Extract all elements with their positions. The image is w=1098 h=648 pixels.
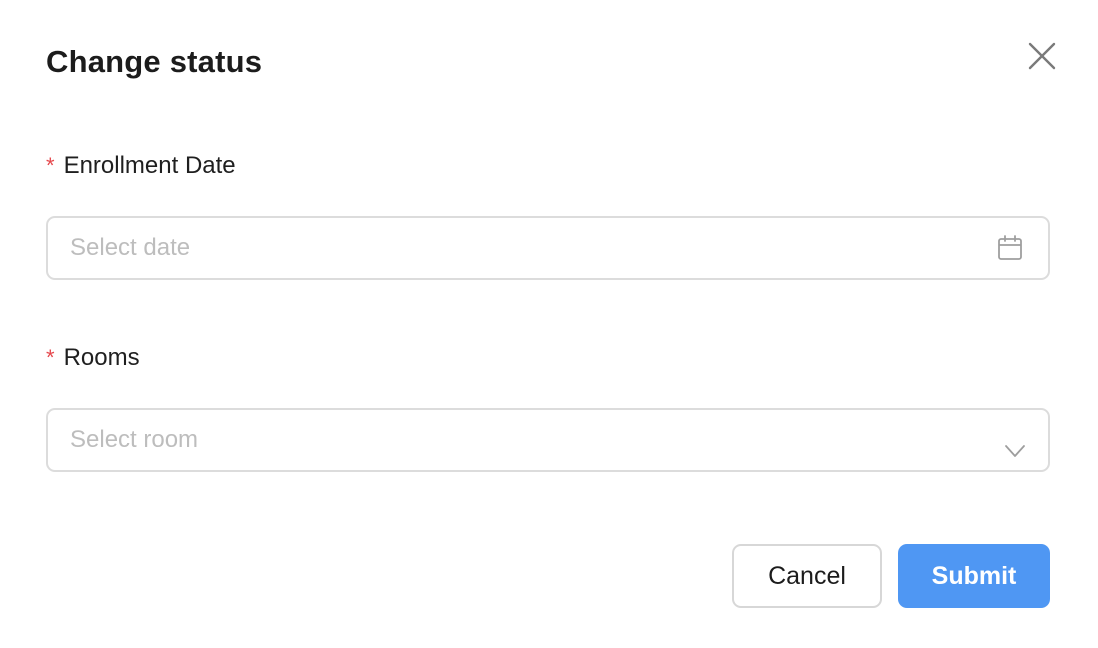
enrollment-date-placeholder: Select date [70, 234, 191, 261]
chevron-down-icon [1005, 445, 1025, 457]
rooms-label: * Rooms [46, 344, 140, 372]
rooms-label-text: Rooms [63, 344, 140, 371]
close-button[interactable] [1026, 40, 1058, 72]
required-asterisk: * [46, 153, 55, 178]
enrollment-date-label-text: Enrollment Date [63, 152, 236, 179]
cancel-button[interactable]: Cancel [732, 544, 882, 608]
calendar-icon [998, 235, 1022, 260]
dialog-title: Change status [46, 44, 263, 79]
change-status-dialog: Change status * Enrollment Date Select d… [0, 0, 1098, 648]
enrollment-date-picker[interactable]: Select date [46, 216, 1050, 280]
enrollment-date-label: * Enrollment Date [46, 152, 236, 180]
submit-button[interactable]: Submit [898, 544, 1050, 608]
close-icon [1028, 42, 1056, 70]
rooms-select[interactable]: Select room [46, 408, 1050, 472]
rooms-placeholder: Select room [70, 426, 199, 453]
required-asterisk: * [46, 345, 55, 370]
